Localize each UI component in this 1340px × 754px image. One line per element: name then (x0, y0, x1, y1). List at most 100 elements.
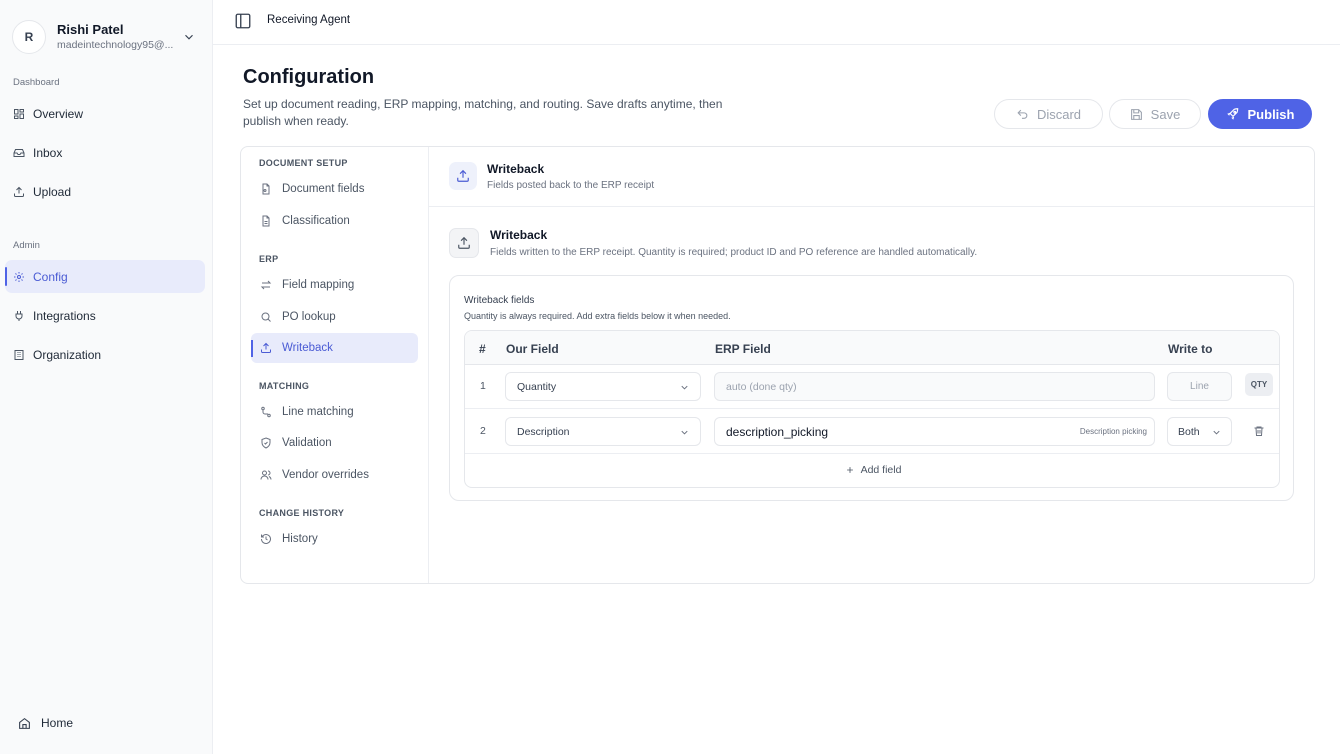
subnav-item-document-fields[interactable]: Document fields (251, 174, 418, 204)
section-description: Fields written to the ERP receipt. Quant… (490, 247, 978, 258)
writeback-fields-hint: Quantity is always required. Add extra f… (464, 311, 731, 321)
user-switcher[interactable]: R Rishi Patel madeintechnology95@... (12, 19, 202, 55)
gear-icon (14, 271, 24, 282)
grid-icon (14, 108, 24, 119)
subnav-item-label: PO lookup (282, 311, 336, 323)
subnav-item-label: Document fields (282, 183, 365, 195)
publish-button[interactable]: Publish (1208, 99, 1312, 129)
sidebar-item-label: Integrations (33, 308, 96, 323)
history-icon (261, 534, 271, 544)
subnav-item-label: Field mapping (282, 279, 355, 291)
writeback-content: Writeback Fields posted back to the ERP … (429, 147, 1314, 583)
save-label: Save (1150, 106, 1181, 122)
save-button[interactable]: Save (1109, 99, 1201, 129)
content-subtitle: Fields posted back to the ERP receipt (487, 180, 655, 191)
row-number: 2 (480, 425, 486, 437)
chevron-down-icon[interactable] (182, 30, 196, 44)
row-number: 1 (480, 380, 486, 392)
user-email: madeintechnology95@... (57, 39, 174, 51)
document-icon (262, 215, 270, 227)
sidebar-item-organization[interactable]: Organization (5, 338, 205, 371)
write-to-value: Line (1190, 381, 1209, 392)
column-header: ERP Field (715, 342, 771, 356)
column-header: Our Field (506, 342, 559, 356)
user-name: Rishi Patel (57, 22, 124, 37)
write-to-value: Both (1178, 425, 1200, 438)
subnav-item-po-lookup[interactable]: PO lookup (251, 302, 418, 332)
upload-icon (261, 342, 271, 353)
erp-field-hint: Description picking (1079, 427, 1147, 436)
subnav-item-line-matching[interactable]: Line matching (251, 397, 418, 427)
chevron-down-icon (681, 385, 688, 390)
breadcrumb: Receiving Agent (267, 14, 351, 26)
upload-icon (14, 186, 24, 197)
write-to-select[interactable]: Both (1167, 417, 1232, 446)
chevron-down-icon (681, 430, 688, 435)
subnav-section-change-history: CHANGE HISTORY (259, 508, 345, 518)
sidebar-item-label: Config (33, 269, 68, 284)
subnav-item-history[interactable]: History (251, 524, 418, 554)
our-field-select[interactable]: Description (505, 417, 701, 446)
subnav-item-label: Classification (282, 215, 350, 227)
erp-field-input: auto (done qty) (714, 372, 1155, 401)
qty-badge: QTY (1245, 373, 1273, 396)
subnav-item-label: History (282, 533, 318, 545)
our-field-value: Description (517, 425, 570, 438)
writeback-fields-box: Writeback fields Quantity is always requ… (449, 275, 1294, 501)
sidebar-item-inbox[interactable]: Inbox (5, 136, 205, 169)
subnav-item-field-mapping[interactable]: Field mapping (251, 270, 418, 300)
erp-field-input[interactable]: description_picking Description picking (714, 417, 1155, 446)
config-subnav: DOCUMENT SETUP Document fields Classific… (241, 147, 429, 583)
subnav-section-document-setup: DOCUMENT SETUP (259, 158, 348, 168)
section-title: Writeback (490, 228, 548, 242)
sidebar-item-label: Organization (33, 347, 102, 362)
subnav-item-validation[interactable]: Validation (251, 428, 418, 458)
subnav-section-matching: MATCHING (259, 381, 310, 391)
writeback-fields-label: Writeback fields (464, 295, 535, 306)
our-field-select[interactable]: Quantity (505, 372, 701, 401)
home-icon (19, 717, 30, 729)
column-header: # (479, 342, 486, 356)
sidebar-section-admin: Admin (13, 240, 40, 251)
search-icon (261, 312, 271, 322)
page-title: Configuration (243, 66, 375, 88)
sidebar-toggle-icon[interactable] (234, 12, 252, 30)
content-header: Writeback Fields posted back to the ERP … (429, 147, 1314, 207)
rocket-icon (1226, 108, 1238, 120)
save-icon (1130, 108, 1142, 120)
sidebar-item-config[interactable]: Config (5, 260, 205, 293)
subnav-item-label: Validation (282, 437, 332, 449)
sidebar-section-dashboard: Dashboard (13, 77, 60, 88)
plus-icon (846, 467, 853, 473)
home-link[interactable]: Home (18, 716, 73, 730)
erp-field-value: auto (done qty) (726, 380, 797, 393)
subnav-item-label: Line matching (282, 406, 354, 418)
topbar: Receiving Agent (213, 0, 1340, 45)
our-field-value: Quantity (517, 380, 557, 393)
publish-label: Publish (1247, 106, 1295, 122)
building-icon (14, 349, 24, 360)
sidebar-item-integrations[interactable]: Integrations (5, 299, 205, 332)
table-row: 1 Quantity auto (done qty) Line QTY (465, 365, 1279, 409)
subnav-item-label: Vendor overrides (282, 469, 369, 481)
discard-button[interactable]: Discard (994, 99, 1103, 129)
sidebar-item-upload[interactable]: Upload (5, 175, 205, 208)
trash-icon[interactable] (1253, 425, 1265, 437)
arrows-icon (260, 280, 272, 290)
sidebar-item-label: Overview (33, 106, 84, 121)
writeback-table: # Our Field ERP Field Write to 1 Quantit… (464, 330, 1280, 488)
shield-icon (261, 437, 271, 449)
inbox-icon (13, 148, 25, 157)
add-field-label: Add field (860, 464, 902, 476)
subnav-item-vendor-overrides[interactable]: Vendor overrides (251, 460, 418, 490)
subnav-item-classification[interactable]: Classification (251, 206, 418, 236)
subnav-item-writeback[interactable]: Writeback (251, 333, 418, 363)
add-field-button[interactable]: Add field (465, 453, 1279, 487)
sidebar: R Rishi Patel madeintechnology95@... Das… (0, 0, 213, 754)
sidebar-item-label: Upload (33, 184, 72, 199)
file-icon (262, 183, 270, 195)
config-card: DOCUMENT SETUP Document fields Classific… (240, 146, 1315, 584)
sidebar-item-overview[interactable]: Overview (5, 97, 205, 130)
subnav-section-erp: ERP (259, 254, 279, 264)
home-label: Home (41, 716, 74, 730)
